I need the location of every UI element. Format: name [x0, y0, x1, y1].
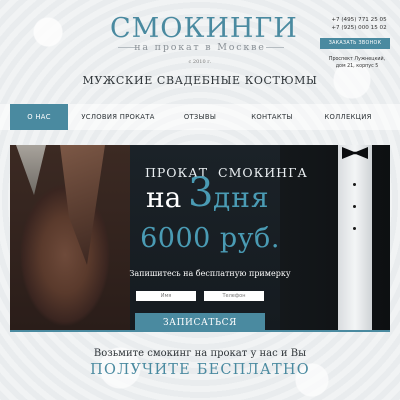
nav-item-contacts[interactable]: КОНТАКТЫ — [244, 104, 300, 130]
hero-word-days: дня — [213, 181, 270, 214]
callback-button[interactable]: ЗАКАЗАТЬ ЗВОНОК — [320, 38, 390, 49]
phone-number-1[interactable]: +7 (495) 771 25 05 — [318, 17, 400, 25]
logo-subtitle: на прокат в Москве — [134, 42, 266, 53]
address-line-2: дом 21, корпус 5 — [335, 64, 379, 69]
shirt-stud-2 — [353, 205, 356, 208]
nav-item-collection[interactable]: КОЛЛЕКЦИЯ — [316, 104, 380, 130]
site-header: СМОКИНГИ на прокат в Москве с 2010 г. МУ… — [0, 0, 400, 100]
logo-est: с 2010 г. — [188, 59, 212, 65]
hero-banner: ПРОКАТ СМОКИНГА на 3 дня 6000 руб. Запиш… — [10, 145, 390, 330]
address: Проспект Лужнецкий, дом 21, корпус 5 — [322, 56, 392, 70]
phone-numbers: +7 (495) 771 25 05 +7 (925) 000 15 02 — [318, 17, 400, 32]
hero-word-na: на — [146, 181, 182, 214]
nav-item-reviews[interactable]: ОТЗЫВЫ — [172, 104, 228, 130]
promo-line-1: Возьмите смокинг на прокат у нас и Вы — [93, 348, 307, 359]
hero-number: 3 — [188, 170, 214, 216]
name-input[interactable]: Имя — [136, 291, 196, 301]
address-line-1: Проспект Лужнецкий, — [328, 57, 386, 62]
shirt-stud-3 — [353, 227, 356, 230]
phone-number-2[interactable]: +7 (925) 000 15 02 — [318, 25, 400, 33]
main-nav: О НАС УСЛОВИЯ ПРОКАТА ОТЗЫВЫ КОНТАКТЫ КО… — [0, 104, 400, 130]
logo-title[interactable]: СМОКИНГИ — [110, 14, 297, 44]
phone-input[interactable]: Телефон — [204, 291, 264, 301]
logo-divider-right — [266, 47, 284, 48]
nav-item-about[interactable]: О НАС — [10, 104, 68, 130]
tuxedo-shirt — [338, 145, 372, 330]
site-tagline: МУЖСКИЕ СВАДЕБНЫЕ КОСТЮМЫ — [82, 74, 318, 87]
submit-button[interactable]: ЗАПИСАТЬСЯ — [135, 313, 265, 332]
nav-item-conditions[interactable]: УСЛОВИЯ ПРОКАТА — [78, 104, 158, 130]
fitting-text: Запишитесь на бесплатную примерку — [129, 269, 291, 278]
hero-word-smokinga: СМОКИНГА — [218, 165, 308, 180]
hero-price: 6000 руб. — [140, 223, 280, 254]
promo-line-2: ПОЛУЧИТЕ БЕСПЛАТНО — [90, 362, 310, 378]
shirt-stud-1 — [353, 183, 356, 186]
